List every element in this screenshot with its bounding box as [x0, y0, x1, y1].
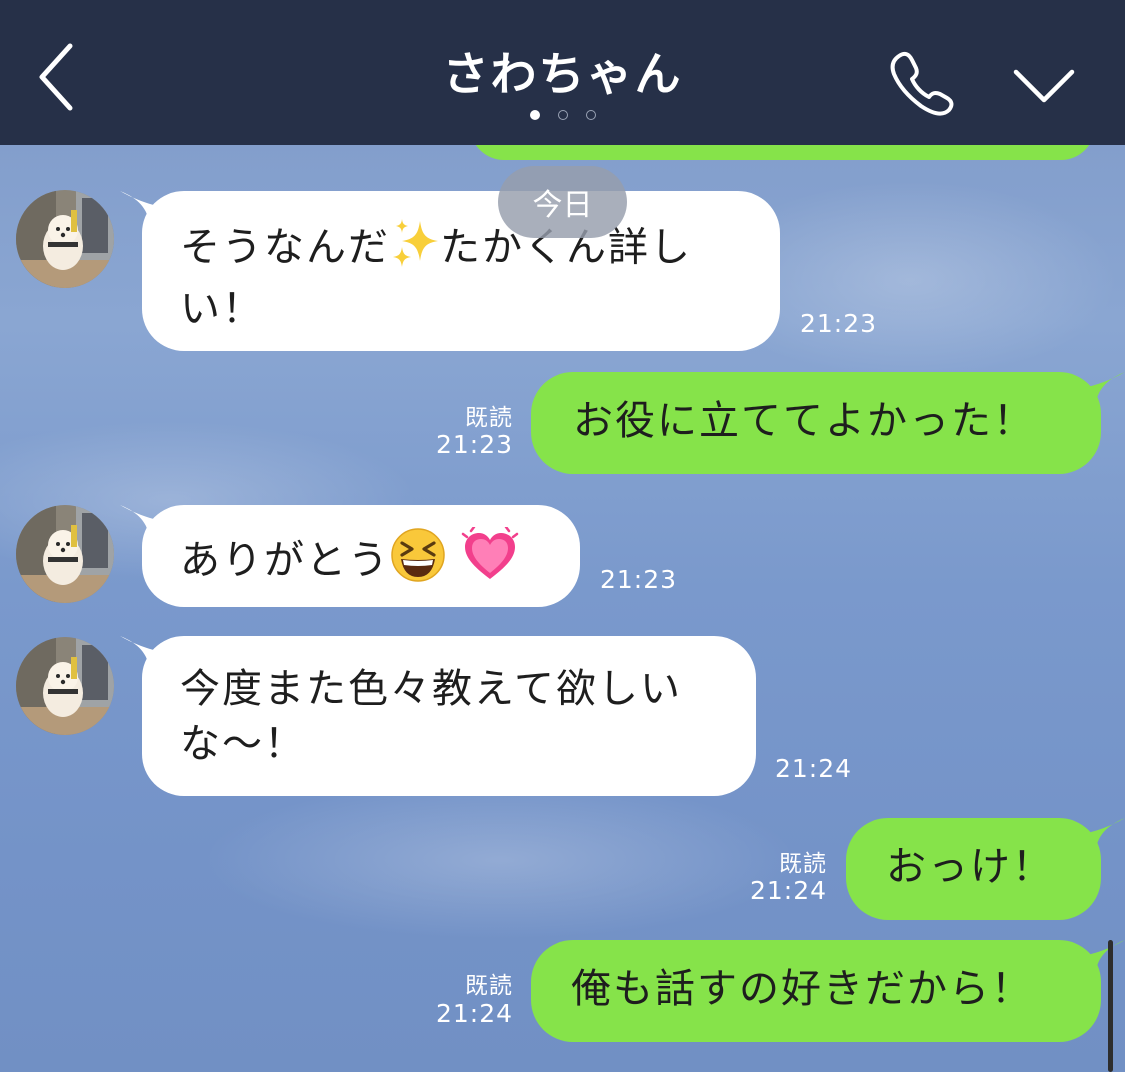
- read-receipt: 既読: [779, 851, 827, 877]
- message-text: お役に立ててよかった！: [573, 398, 1035, 444]
- sky-cloud: [200, 780, 800, 940]
- chat-screen: さわちゃん 今日 そうなんだ たかくん詳し い！ 21:23 既読 21:23 …: [0, 0, 1125, 1072]
- read-receipt: 既読: [465, 973, 513, 999]
- dog-avatar-icon: [16, 637, 114, 735]
- message-bubble-outgoing[interactable]: お役に立ててよかった！: [531, 372, 1125, 474]
- message-text: い！: [180, 286, 264, 332]
- bubble-tail: [120, 636, 180, 676]
- avatar[interactable]: [16, 637, 114, 735]
- bubble-tail: [120, 191, 180, 231]
- menu-button[interactable]: [1008, 60, 1080, 110]
- message-time: 21:24: [749, 876, 827, 905]
- back-button[interactable]: [20, 34, 90, 114]
- phone-icon: [890, 51, 954, 116]
- chevron-down-icon: [1013, 69, 1075, 103]
- avatar[interactable]: [16, 505, 114, 603]
- avatar[interactable]: [16, 190, 114, 288]
- dog-avatar-icon: [16, 505, 114, 603]
- bubble-tail: [120, 505, 180, 545]
- date-divider: 今日: [498, 166, 627, 238]
- message-time: 21:23: [800, 309, 878, 338]
- sparkles-emoji: [390, 217, 440, 282]
- chat-title[interactable]: さわちゃん: [443, 47, 683, 101]
- message-time: 21:24: [435, 999, 513, 1028]
- chevron-left-icon: [39, 43, 73, 111]
- message-time: 21:23: [435, 430, 513, 459]
- message-bubble-outgoing[interactable]: 俺も話すの好きだから！: [531, 940, 1125, 1042]
- message-time: 21:24: [775, 754, 853, 783]
- message-time: 21:23: [600, 565, 678, 594]
- message-bubble-incoming[interactable]: そうなんだ たかくん詳し い！: [120, 191, 780, 351]
- page-dot: [557, 110, 568, 120]
- dog-avatar-icon: [16, 190, 114, 288]
- call-button[interactable]: [885, 46, 957, 116]
- grinning-squinting-face-emoji: [390, 527, 446, 598]
- message-bubble-incoming[interactable]: ありがとう: [120, 505, 580, 607]
- message-bubble-outgoing[interactable]: おっけ！: [846, 818, 1125, 920]
- message-text: ありがとう: [180, 537, 390, 584]
- scrollbar[interactable]: [1108, 940, 1113, 1072]
- message-text: そうなんだ: [180, 224, 390, 271]
- message-bubble-incoming[interactable]: 今度また色々教えて欲しい な〜！: [120, 636, 756, 796]
- growing-heart-emoji: [461, 525, 519, 598]
- message-text: おっけ！: [886, 844, 1054, 890]
- message-text: 今度また色々教えて欲しい: [180, 666, 682, 712]
- read-receipt: 既読: [465, 405, 513, 431]
- message-text: 俺も話すの好きだから！: [571, 966, 1033, 1012]
- page-dot: [585, 110, 596, 120]
- message-text: な〜！: [180, 721, 306, 767]
- page-dot-active: [529, 110, 540, 120]
- chat-header: さわちゃん: [0, 0, 1125, 145]
